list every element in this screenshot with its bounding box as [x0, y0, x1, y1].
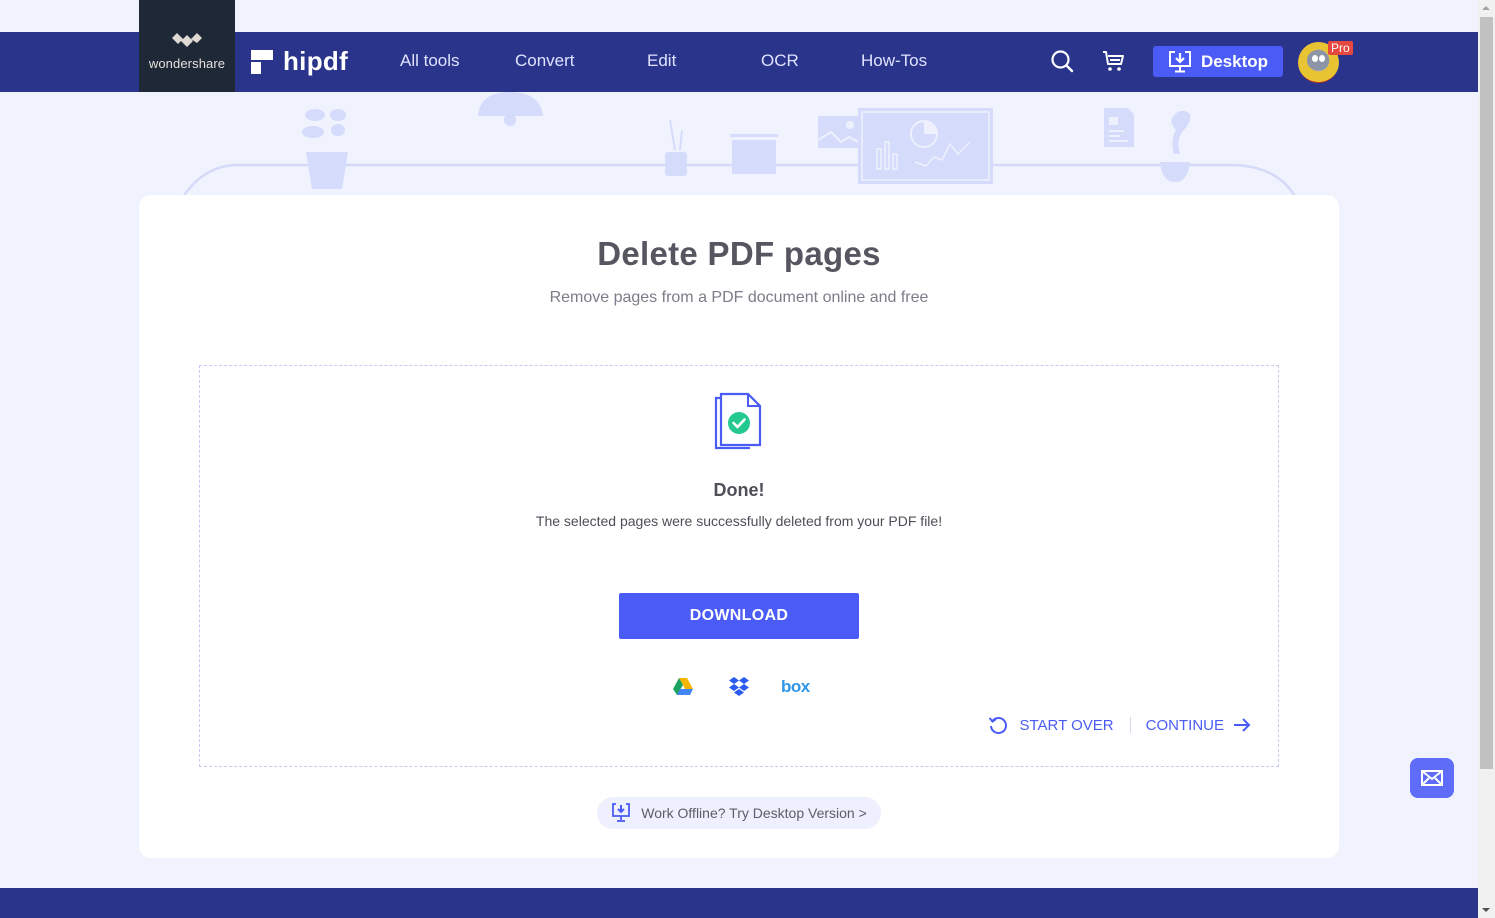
start-over-label: START OVER: [1019, 716, 1114, 734]
document-icon: [1104, 108, 1134, 147]
page-scrollbar[interactable]: [1478, 0, 1495, 918]
result-actions: START OVER CONTINUE: [988, 715, 1251, 735]
box-icon: box: [781, 677, 810, 696]
hipdf-wordmark: hipdf: [283, 46, 349, 76]
desktop-download-button[interactable]: Desktop: [1153, 46, 1283, 77]
avatar-eye: [1312, 55, 1318, 62]
restart-icon: [989, 717, 1008, 735]
start-over-button[interactable]: START OVER: [988, 715, 1114, 735]
lava-lamp-icon: [1160, 110, 1191, 182]
save-to-dropbox[interactable]: [728, 675, 750, 699]
avatar-face: [1307, 50, 1329, 70]
desktop-version-label: Work Offline? Try Desktop Version >: [641, 805, 867, 821]
desktop-download-icon: [612, 803, 631, 822]
nav-all-tools[interactable]: All tools: [400, 51, 460, 71]
arrow-right-icon: [1234, 718, 1251, 732]
search-icon[interactable]: [1050, 49, 1074, 73]
save-to-google-drive[interactable]: [672, 675, 694, 699]
nav-how-tos[interactable]: How-Tos: [861, 51, 927, 71]
dashboard-icon: [858, 108, 993, 184]
nav-ocr[interactable]: OCR: [761, 51, 799, 71]
header-illustration: [178, 92, 1300, 202]
nav-edit[interactable]: Edit: [647, 51, 676, 71]
status-title: Done!: [713, 480, 765, 500]
scroll-thumb[interactable]: [1480, 17, 1493, 769]
pencil-cup-icon: [665, 119, 687, 176]
action-divider: [1129, 717, 1131, 733]
pro-badge: Pro: [1328, 41, 1353, 55]
result-panel: Done! The selected pages were successful…: [199, 365, 1279, 767]
pdf-success-icon: [714, 392, 762, 450]
desktop-download-icon: [1168, 50, 1191, 72]
hipdf-mark-icon: [251, 49, 273, 74]
desktop-version-link[interactable]: Work Offline? Try Desktop Version >: [597, 797, 881, 829]
mail-icon: [1421, 770, 1443, 786]
wondershare-logo[interactable]: wondershare: [139, 0, 235, 92]
dropbox-icon: [729, 677, 749, 696]
continue-label: CONTINUE: [1145, 716, 1224, 734]
status-message: The selected pages were successfully del…: [535, 513, 943, 529]
lamp-icon: [478, 92, 543, 126]
plant-icon: [302, 109, 348, 189]
footer: [0, 888, 1478, 918]
download-button[interactable]: DOWNLOAD: [619, 593, 859, 639]
page-title: Delete PDF pages: [597, 235, 881, 272]
avatar-eye: [1319, 55, 1325, 62]
nav-convert[interactable]: Convert: [515, 51, 575, 71]
main-card: Delete PDF pages Remove pages from a PDF…: [139, 195, 1339, 858]
continue-button[interactable]: CONTINUE: [1146, 717, 1251, 734]
scroll-down-arrow-icon[interactable]: [1482, 908, 1490, 912]
save-to-box[interactable]: box: [781, 675, 810, 699]
picture-icon: [817, 116, 863, 148]
hipdf-logo[interactable]: hipdf: [251, 46, 348, 77]
wondershare-wordmark: wondershare: [148, 55, 226, 71]
feedback-button[interactable]: [1410, 758, 1454, 798]
google-drive-icon: [673, 678, 693, 695]
desktop-button-label: Desktop: [1200, 51, 1269, 71]
wondershare-mark-icon: [172, 32, 202, 47]
cart-icon[interactable]: [1102, 50, 1126, 72]
chart-board-icon: [730, 134, 778, 174]
page-subtitle: Remove pages from a PDF document online …: [549, 289, 929, 306]
scroll-up-arrow-icon[interactable]: [1482, 6, 1490, 10]
